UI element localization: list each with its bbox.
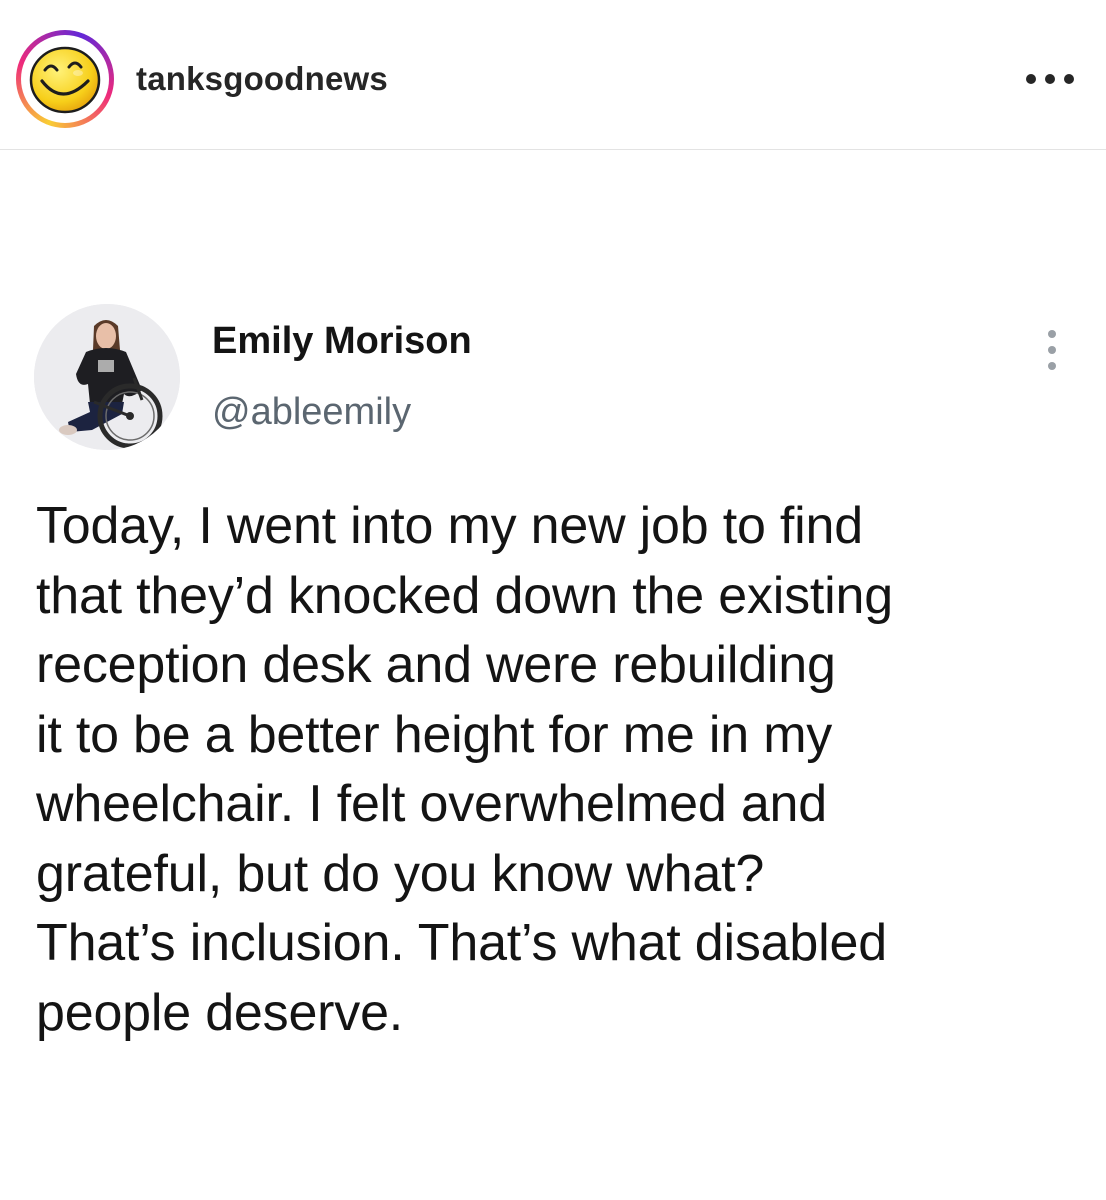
tweet-text-line: That’s inclusion. That’s what disabled [36,914,887,972]
tweet-text-line: it to be a better height for me in my [36,705,833,764]
tweet-author-avatar[interactable] [34,304,180,450]
post-username[interactable]: tanksgoodnews [136,60,388,98]
post-header: tanksgoodnews [0,0,1106,150]
profile-photo [34,304,180,450]
instagram-post: tanksgoodnews Emily Morison @ableemily T… [0,0,1106,1200]
tweet-text-line: Today, I went into my new job to find [36,497,863,555]
smiley-face-icon [29,46,101,114]
tweet-text-line: that they’d knocked down the existing [36,566,893,625]
tweet-author-handle[interactable]: @ableemily [212,391,411,434]
tweet-text-line: people deserve. [36,983,404,1042]
tweet-text-line: wheelchair. I felt overwhelmed and [36,775,827,833]
more-horizontal-icon[interactable] [1024,70,1076,88]
tweet-text-line: grateful, but do you know what? [36,844,765,903]
avatar-frame [21,35,109,123]
tweet-author-name[interactable]: Emily Morison [212,320,472,363]
tweet-text-line: reception desk and were rebuilding [36,636,836,694]
more-vertical-icon[interactable] [1038,326,1066,374]
profile-avatar[interactable] [16,30,114,128]
tweet-text: Today, I went into my new job to find th… [36,492,1076,1048]
